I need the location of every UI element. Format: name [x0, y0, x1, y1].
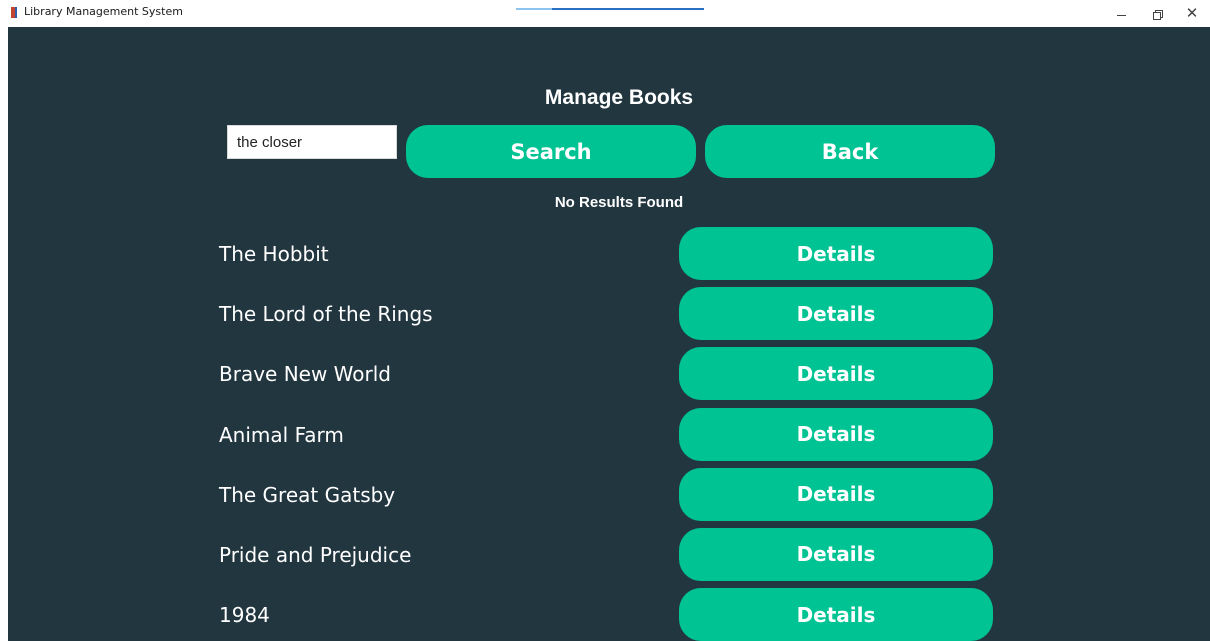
book-row: Pride and Prejudice Details	[8, 527, 1210, 588]
back-button[interactable]: Back	[705, 125, 995, 178]
book-row: 1984 Details	[8, 588, 1210, 641]
book-row: The Hobbit Details	[8, 227, 1210, 287]
main-panel: Manage Books Search Back No Results Foun…	[8, 27, 1210, 641]
book-title: The Great Gatsby	[219, 482, 396, 507]
title-bar[interactable]: Library Management System ✕	[0, 0, 1210, 27]
close-icon: ✕	[1185, 4, 1199, 22]
details-button[interactable]: Details	[679, 347, 993, 401]
details-button[interactable]: Details	[679, 227, 993, 280]
details-button[interactable]: Details	[679, 588, 993, 641]
details-button[interactable]: Details	[679, 407, 993, 461]
details-button[interactable]: Details	[679, 287, 993, 341]
details-button[interactable]: Details	[679, 527, 993, 581]
search-button[interactable]: Search	[406, 125, 696, 178]
book-row: Brave New World Details	[8, 347, 1210, 407]
restore-icon	[1153, 9, 1163, 20]
book-title: The Hobbit	[219, 242, 329, 266]
book-title: 1984	[219, 603, 270, 628]
app-window: Library Management System ✕ Manage Books…	[0, 0, 1210, 641]
close-button[interactable]: ✕	[1172, 0, 1210, 27]
book-row: The Lord of the Rings Details	[8, 287, 1210, 347]
window-title: Library Management System	[24, 5, 183, 18]
details-button[interactable]: Details	[679, 467, 993, 521]
book-title: Brave New World	[219, 362, 391, 387]
book-row: Animal Farm Details	[8, 407, 1210, 468]
book-title: Animal Farm	[219, 422, 344, 447]
minimize-icon	[1116, 15, 1126, 16]
minimize-button[interactable]	[1101, 0, 1141, 27]
book-title: Pride and Prejudice	[219, 542, 412, 567]
search-input[interactable]	[227, 125, 397, 159]
page-title: Manage Books	[544, 86, 694, 109]
book-title: The Lord of the Rings	[219, 302, 433, 327]
loading-progress-bar	[516, 8, 704, 10]
search-status-message: No Results Found	[554, 194, 684, 211]
book-list: The Hobbit Details The Lord of the Rings…	[8, 227, 1210, 641]
book-row: The Great Gatsby Details	[8, 467, 1210, 528]
restore-button[interactable]	[1137, 0, 1177, 27]
app-book-icon	[11, 7, 17, 18]
